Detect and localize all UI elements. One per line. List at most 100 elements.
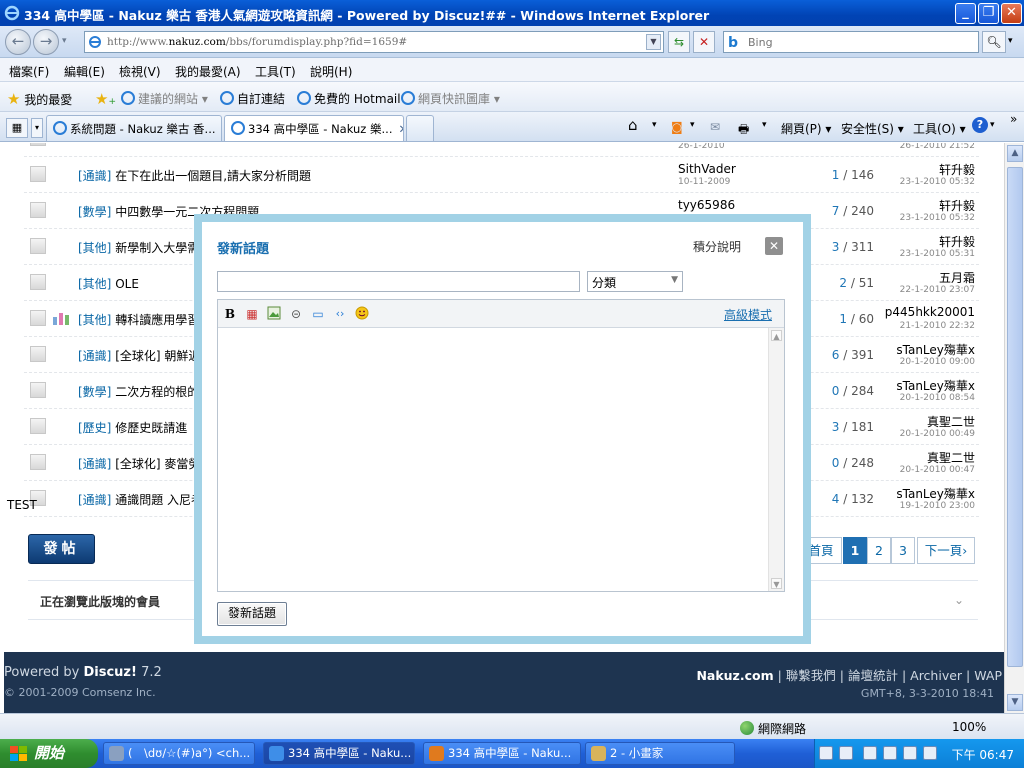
thread-subject[interactable]: [其他] 轉科讀應用學習 [78,311,199,328]
network-icon[interactable] [883,746,897,760]
menu-help[interactable]: 說明(H) [310,63,352,80]
start-button[interactable]: 開始 [0,739,98,768]
help-dropdown-icon[interactable]: ▾ [990,120,995,130]
help-icon[interactable]: ? [972,117,988,133]
footer-wap-link[interactable]: WAP [974,668,1002,683]
subject-input[interactable] [217,271,580,292]
search-box[interactable]: b [723,31,979,53]
more-commands-icon[interactable]: » [1010,112,1017,126]
print-icon[interactable]: 🖶︎ [738,120,749,141]
category-select[interactable]: 分類 ▼ [587,271,683,292]
bold-icon[interactable]: B [222,306,238,322]
thread-subject[interactable]: [通識] [全球化] 麥當勞 [78,455,200,472]
menu-file[interactable]: 檔案(F) [9,63,49,80]
refresh-icon[interactable]: ⇆ [668,31,690,53]
stop-icon[interactable]: ✕ [693,31,715,53]
search-icon[interactable]: 🔍︎ [982,31,1006,53]
submit-topic-button[interactable]: 發新話題 [217,602,287,626]
taskbar-task[interactable]: 2 - 小畫家 [585,742,735,765]
color-palette-icon[interactable]: ▦ [244,306,260,322]
thread-subject[interactable]: [其他] 新學制入大學需 [78,239,199,256]
tab-close-icon[interactable]: ✕ [398,122,403,136]
footer-archiver-link[interactable]: Archiver [910,668,962,683]
maximize-button[interactable]: ❐ [978,3,999,24]
scroll-thumb[interactable] [1007,167,1023,667]
page-scrollbar[interactable]: ▲ ▼ [1004,143,1024,713]
tab-current[interactable]: 334 高中學區 - Nakuz 樂...✕ [224,115,404,141]
expand-chevron-icon[interactable]: ⌄ [954,593,964,607]
close-window-button[interactable]: ✕ [1001,3,1022,24]
fav-custom-links[interactable]: 自訂連結 [220,90,285,107]
last-poster[interactable]: 真聖二世 [927,413,975,430]
menu-favorites[interactable]: 我的最愛(A) [175,63,241,80]
back-button[interactable]: ← [5,29,31,55]
thread-subject[interactable]: [數學] 二次方程的根的 [78,383,199,400]
footer-contact-link[interactable]: 聯繫我們 [786,668,836,683]
editor-scroll-up-icon[interactable]: ▲ [771,330,782,341]
thread-subject[interactable]: [通識] 在下在此出一個題目,請大家分析問題 [78,167,311,184]
fav-hotmail[interactable]: 免費的 Hotmail [297,90,401,107]
history-dropdown-icon[interactable]: ▾ [62,36,67,46]
tab-system-issues[interactable]: 系統問題 - Nakuz 樂古 香... [46,115,222,141]
advanced-mode-link[interactable]: 高級模式 [724,306,772,323]
last-poster[interactable]: 真聖二世 [927,449,975,466]
address-dropdown-icon[interactable]: ▼ [646,34,661,50]
dialog-close-icon[interactable]: ✕ [765,237,783,255]
link-icon[interactable]: ⊝ [288,306,304,322]
insert-image-icon[interactable] [266,306,282,322]
menu-page[interactable]: 網頁(P) ▾ [781,120,831,137]
taskbar-task[interactable]: 334 高中學區 - Naku... [263,742,415,765]
security-tray-icon[interactable] [923,746,937,760]
thread-author[interactable]: SithVader [678,162,736,176]
credits-help-link[interactable]: 積分說明 [693,238,741,255]
thread-subject[interactable]: [其他] OLE [78,275,139,292]
minimize-button[interactable]: _ [955,3,976,24]
thread-subject[interactable]: [通識] [全球化] 朝鮮近 [78,347,200,364]
last-poster[interactable]: 轩升毅 [939,197,975,214]
home-dropdown-icon[interactable]: ▾ [652,120,657,130]
window-title-bar[interactable]: 334 高中學區 - Nakuz 樂古 香港人氣網遊攻略資訊網 - Powere… [0,0,1024,26]
code-icon[interactable]: ‹› [332,306,348,322]
scroll-up-icon[interactable]: ▲ [1007,145,1023,162]
rss-feed-icon[interactable]: ◙ [671,120,683,134]
volume-icon[interactable] [903,746,917,760]
menu-tools-cmd[interactable]: 工具(O) ▾ [913,120,966,137]
thread-author[interactable]: tyy65986 [678,198,735,212]
address-field[interactable]: http://www.nakuz.com/bbs/forumdisplay.ph… [84,31,664,53]
menu-tools[interactable]: 工具(T) [255,63,296,80]
editor-scroll-down-icon[interactable]: ▼ [771,578,782,589]
fav-suggested-sites[interactable]: 建議的網站 ▾ [121,90,208,107]
pager-page-2[interactable]: 2 [867,537,891,564]
menu-edit[interactable]: 編輯(E) [64,63,105,80]
footer-brand-link[interactable]: Nakuz.com [696,668,773,683]
rss-dropdown-icon[interactable]: ▾ [690,120,695,130]
scroll-down-icon[interactable]: ▼ [1007,694,1023,711]
taskbar-task[interactable]: ( \dʊ/☆(#)a°) <ch... [103,742,255,765]
menu-view[interactable]: 檢視(V) [119,63,161,80]
pager-page-3[interactable]: 3 [891,537,915,564]
last-poster[interactable]: sTanLey殤華x [896,377,975,394]
thread-subject[interactable]: [歷史] 修歷史既請進 [78,419,187,436]
home-icon[interactable]: ⌂ [628,116,638,134]
last-poster[interactable]: 五月霜 [939,269,975,286]
new-post-button[interactable]: 發帖 [28,534,95,564]
pager-next[interactable]: 下一頁› [917,537,975,564]
fav-web-slice-gallery[interactable]: 網頁快訊圖庫 ▾ [401,90,500,107]
tab-list-icon[interactable]: ▾ [31,118,43,138]
pager-page-1[interactable]: 1 [843,537,867,564]
zoom-level[interactable]: 100% [952,720,986,734]
thread-subject[interactable]: [通識] 通識問題 入尼者 [78,491,203,508]
last-poster[interactable]: 轩升毅 [939,161,975,178]
footer-stats-link[interactable]: 論壇統計 [848,668,898,683]
read-mail-icon[interactable]: ✉ [710,120,720,134]
print-dropdown-icon[interactable]: ▾ [762,120,767,130]
keyboard-icon[interactable] [819,746,833,760]
search-options-icon[interactable]: ▾ [1008,36,1013,46]
last-poster[interactable]: sTanLey殤華x [896,341,975,358]
quote-icon[interactable]: ▭ [310,306,326,322]
help-tray-icon[interactable] [839,746,853,760]
new-tab-button[interactable] [406,115,434,141]
taskbar-task[interactable]: 334 高中學區 - Naku... [423,742,581,765]
add-favorite-icon[interactable]: ★+ [95,90,116,108]
smiley-icon[interactable] [354,306,370,322]
